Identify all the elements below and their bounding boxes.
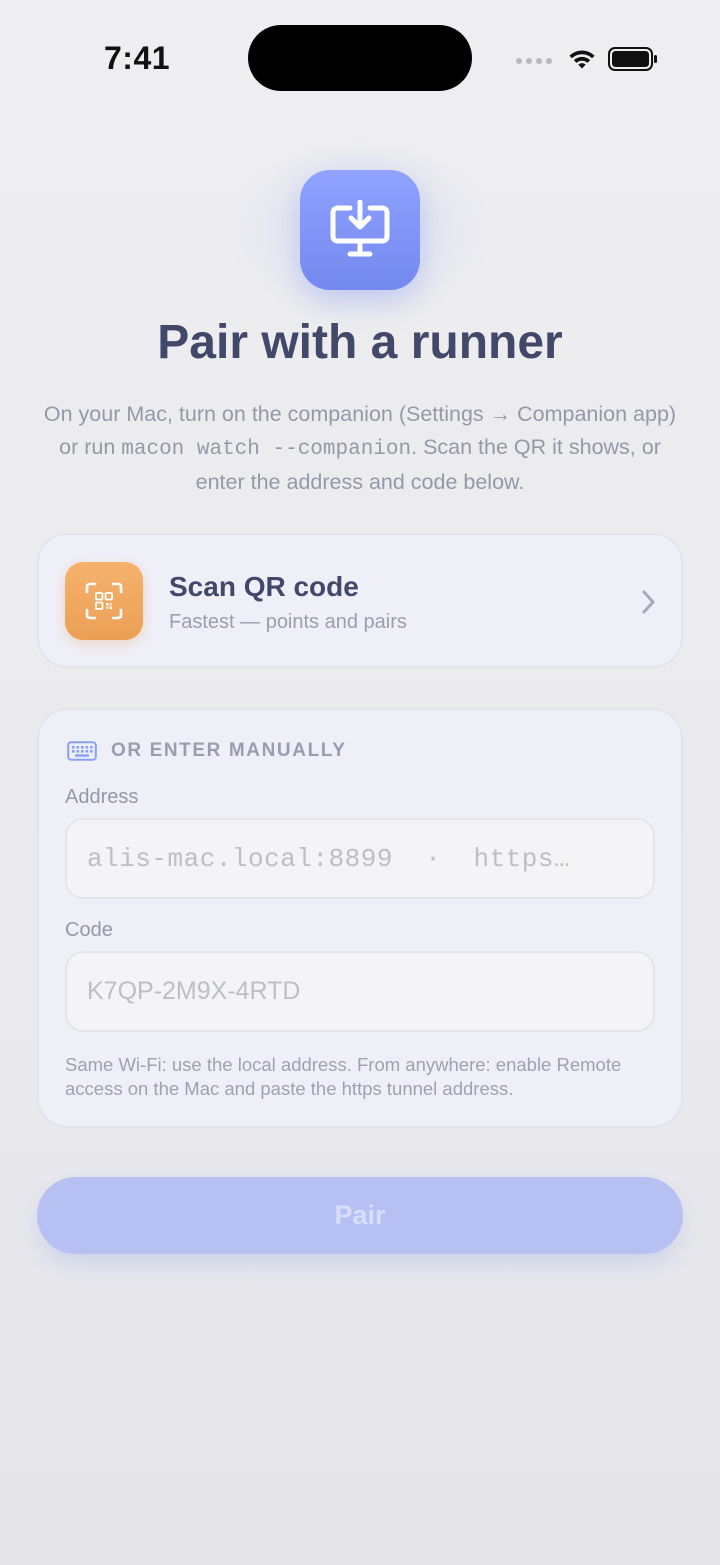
dynamic-island <box>248 25 472 91</box>
status-time: 7:41 <box>104 40 171 76</box>
page-title: Pair with a runner <box>157 316 563 369</box>
manual-entry-label: OR ENTER MANUALLY <box>111 740 347 761</box>
code-label: Code <box>65 919 113 941</box>
address-field[interactable] <box>65 818 655 899</box>
code-input[interactable] <box>67 953 653 1030</box>
subtitle-command: macon watch --companion <box>121 437 412 461</box>
pair-button[interactable]: Pair <box>37 1177 683 1254</box>
battery-icon <box>608 47 657 71</box>
scan-qr-title: Scan QR code <box>169 571 359 602</box>
page-subtitle: On your Mac, turn on the companion (Sett… <box>36 398 684 499</box>
manual-help-text: Same Wi-Fi: use the local address. From … <box>65 1054 622 1099</box>
signal-dots-icon <box>516 58 552 64</box>
desktop-download-icon <box>300 170 420 290</box>
keyboard-icon <box>67 741 97 761</box>
scan-qr-card[interactable]: Scan QR code Fastest — points and pairs <box>37 533 683 668</box>
chevron-right-icon <box>642 590 655 614</box>
address-input[interactable] <box>67 820 653 897</box>
qr-scan-icon <box>65 562 143 640</box>
status-icons <box>516 44 658 74</box>
manual-entry-card: OR ENTER MANUALLY Address Code Same Wi-F… <box>37 708 683 1128</box>
address-label: Address <box>65 786 139 808</box>
scan-qr-subtitle: Fastest — points and pairs <box>169 611 407 633</box>
code-field[interactable] <box>65 951 655 1032</box>
wifi-icon <box>569 50 595 69</box>
manual-entry-header: OR ENTER MANUALLY <box>67 740 347 762</box>
status-bar: 7:41 <box>0 0 720 110</box>
